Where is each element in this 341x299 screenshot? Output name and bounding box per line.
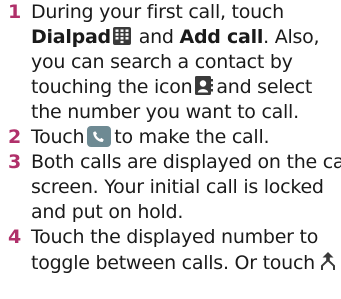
instruction-steps: 1 During your first call, touch Dialpad … <box>8 0 341 276</box>
step-1: 1 During your first call, touch Dialpad … <box>8 0 341 125</box>
step-4: 4 Touch the displayed number to toggle b… <box>8 225 341 276</box>
step-text: Touch the displayed number to toggle bet… <box>31 225 341 276</box>
text-line: the number you want to call. <box>31 101 299 123</box>
text-line: screen. Your initial call is locked <box>31 176 324 198</box>
step-2: 2 Touch to make the call. <box>8 125 341 150</box>
add-call-label: Add call <box>179 26 264 48</box>
step-number: 1 <box>8 1 22 23</box>
text-fragment: touching the icon <box>31 76 193 98</box>
step-number: 2 <box>8 126 22 148</box>
text-line: During your first call, touch <box>31 1 284 23</box>
text-fragment: to make the call. <box>114 126 270 148</box>
connector-text: and <box>138 26 174 48</box>
step-number: 4 <box>8 226 22 248</box>
text-line: Touch the displayed number to <box>31 226 319 248</box>
text-line: Dialpad and Add call. Also, <box>31 25 341 50</box>
text-line: Touch to make the call. <box>31 125 341 150</box>
connector-text: . Also, <box>263 26 320 48</box>
dialpad-label: Dialpad <box>31 26 111 48</box>
text-fragment: Touch <box>31 126 85 148</box>
dialpad-icon <box>112 27 131 45</box>
call-icon <box>87 126 112 147</box>
text-line: you can search a contact by <box>31 51 293 73</box>
step-3: 3 Both calls are displayed on the call s… <box>8 150 341 225</box>
step-number: 3 <box>8 151 22 173</box>
step-text: Both calls are displayed on the call scr… <box>31 150 341 225</box>
text-line: toggle between calls. Or touch <box>31 250 341 276</box>
manual-page: 1 During your first call, touch Dialpad … <box>0 0 341 299</box>
text-line: touching the icon and select <box>31 75 341 100</box>
text-line: Both calls are displayed on the call <box>31 151 341 173</box>
step-text: During your first call, touch Dialpad an… <box>31 0 341 125</box>
merge-icon <box>316 250 339 272</box>
text-fragment: and select <box>216 76 313 98</box>
text-fragment: toggle between calls. Or touch <box>31 252 315 274</box>
contact-icon <box>195 76 214 95</box>
step-text: Touch to make the call. <box>31 125 341 150</box>
text-line: and put on hold. <box>31 201 184 223</box>
